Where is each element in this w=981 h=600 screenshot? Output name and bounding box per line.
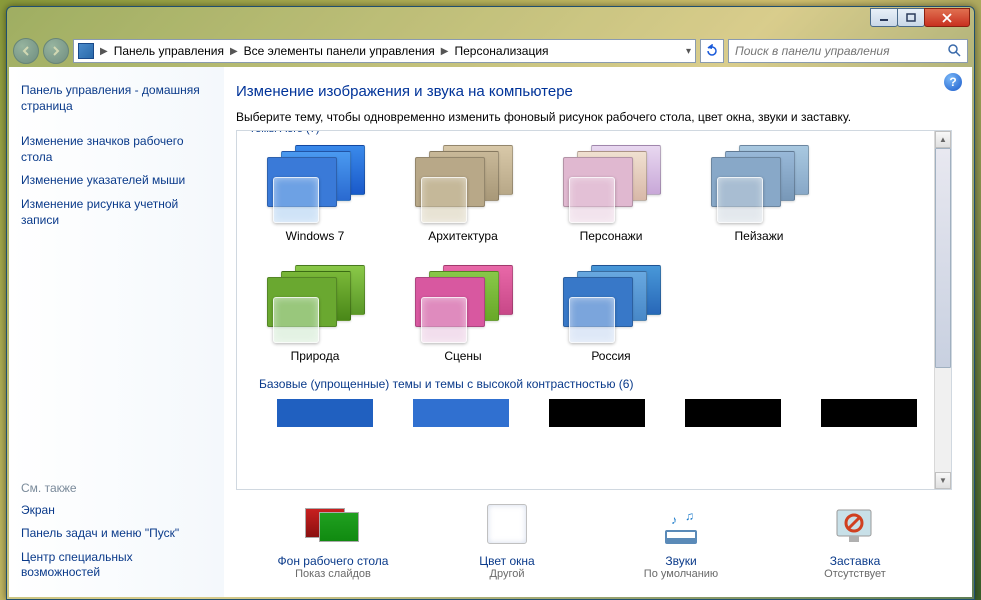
theme-label: Пейзажи — [735, 229, 784, 243]
theme-label: Персонажи — [580, 229, 643, 243]
link-title: Звуки — [665, 554, 696, 568]
theme-item[interactable]: Природа — [257, 265, 373, 363]
page-subtitle: Выберите тему, чтобы одновременно измени… — [236, 110, 952, 124]
vertical-scrollbar[interactable]: ▲ ▼ — [934, 131, 951, 489]
forward-button[interactable] — [43, 38, 69, 64]
link-sub: Другой — [490, 568, 525, 580]
search-icon[interactable] — [947, 43, 961, 60]
basic-theme-item[interactable] — [549, 399, 645, 427]
theme-thumbnail — [415, 145, 511, 223]
basic-theme-item[interactable] — [413, 399, 509, 427]
help-button[interactable]: ? — [944, 73, 962, 91]
theme-item[interactable]: Архитектура — [405, 145, 521, 243]
themes-groupbox: Темы Aero (7) Windows 7 Архитектура Перс… — [236, 130, 952, 490]
svg-text:♫: ♫ — [685, 509, 694, 523]
wallpaper-icon — [305, 504, 361, 548]
theme-label: Сцены — [444, 349, 481, 363]
sounds-link[interactable]: ♪♫ Звуки По умолчанию — [606, 504, 756, 580]
page-title: Изменение изображения и звука на компьют… — [236, 83, 952, 100]
sidebar-link-display[interactable]: Экран — [21, 499, 212, 523]
sidebar-link-account-pic[interactable]: Изменение рисунка учетной записи — [21, 193, 212, 232]
scroll-thumb[interactable] — [935, 148, 951, 368]
theme-item[interactable]: Россия — [553, 265, 669, 363]
link-sub: Показ слайдов — [295, 568, 371, 580]
group-basic-label[interactable]: Базовые (упрощенные) темы и темы с высок… — [259, 377, 931, 391]
chevron-right-icon: ▶ — [230, 46, 238, 57]
sounds-icon: ♪♫ — [653, 504, 709, 548]
chevron-right-icon: ▶ — [441, 46, 449, 57]
themes-scroll-area: Windows 7 Архитектура Персонажи Пейзажи … — [237, 131, 951, 489]
svg-text:♪: ♪ — [671, 513, 677, 527]
bottom-settings: Фон рабочего стола Показ слайдов Цвет ок… — [236, 490, 952, 590]
basic-theme-item[interactable] — [685, 399, 781, 427]
content-area: Панель управления - домашняя страница Из… — [9, 67, 972, 597]
scroll-up-button[interactable]: ▲ — [935, 131, 951, 148]
sidebar-link-icons[interactable]: Изменение значков рабочего стола — [21, 130, 212, 169]
screensaver-icon — [827, 504, 883, 548]
sidebar: Панель управления - домашняя страница Из… — [9, 67, 224, 597]
theme-thumbnail — [711, 145, 807, 223]
refresh-button[interactable] — [700, 39, 724, 63]
link-sub: Отсутствует — [824, 568, 886, 580]
theme-thumbnail — [267, 265, 363, 343]
screensaver-link[interactable]: Заставка Отсутствует — [780, 504, 930, 580]
breadcrumb-item[interactable]: Персонализация — [454, 44, 548, 58]
address-bar[interactable]: ▶ Панель управления ▶ Все элементы панел… — [73, 39, 696, 63]
see-also-label: См. также — [21, 481, 212, 499]
link-title: Фон рабочего стола — [278, 554, 389, 568]
maximize-button[interactable] — [897, 8, 925, 27]
theme-item[interactable]: Windows 7 — [257, 145, 373, 243]
theme-label: Россия — [591, 349, 630, 363]
breadcrumb-item[interactable]: Панель управления — [114, 44, 224, 58]
theme-grid: Windows 7 Архитектура Персонажи Пейзажи … — [257, 145, 931, 363]
theme-thumbnail — [267, 145, 363, 223]
main-panel: ? Изменение изображения и звука на компь… — [224, 67, 972, 597]
link-title: Цвет окна — [479, 554, 534, 568]
search-input[interactable] — [735, 44, 947, 58]
basic-theme-item[interactable] — [277, 399, 373, 427]
sidebar-link-home[interactable]: Панель управления - домашняя страница — [21, 79, 212, 118]
theme-item[interactable]: Персонажи — [553, 145, 669, 243]
link-sub: По умолчанию — [644, 568, 718, 580]
theme-thumbnail — [563, 145, 659, 223]
minimize-button[interactable] — [870, 8, 898, 27]
chevron-down-icon[interactable]: ▾ — [686, 46, 691, 57]
close-button[interactable] — [924, 8, 970, 27]
back-button[interactable] — [13, 38, 39, 64]
chevron-right-icon: ▶ — [100, 46, 108, 57]
basic-theme-row — [257, 399, 931, 427]
search-box[interactable] — [728, 39, 968, 63]
theme-thumbnail — [563, 265, 659, 343]
window-color-link[interactable]: Цвет окна Другой — [432, 504, 582, 580]
titlebar — [7, 7, 974, 35]
theme-label: Windows 7 — [286, 229, 345, 243]
color-chip-icon — [479, 504, 535, 548]
sidebar-link-pointers[interactable]: Изменение указателей мыши — [21, 169, 212, 193]
group-aero-label: Темы Aero (7) — [245, 130, 323, 135]
scroll-down-button[interactable]: ▼ — [935, 472, 951, 489]
sidebar-link-taskbar[interactable]: Панель задач и меню "Пуск" — [21, 522, 212, 546]
theme-item[interactable]: Пейзажи — [701, 145, 817, 243]
theme-label: Природа — [291, 349, 340, 363]
window-frame: ▶ Панель управления ▶ Все элементы панел… — [6, 6, 975, 600]
sidebar-link-ease-of-access[interactable]: Центр специальных возможностей — [21, 546, 212, 585]
breadcrumb-item[interactable]: Все элементы панели управления — [244, 44, 435, 58]
desktop-background-link[interactable]: Фон рабочего стола Показ слайдов — [258, 504, 408, 580]
control-panel-icon — [78, 43, 94, 59]
basic-theme-item[interactable] — [821, 399, 917, 427]
theme-item[interactable]: Сцены — [405, 265, 521, 363]
theme-label: Архитектура — [428, 229, 498, 243]
theme-thumbnail — [415, 265, 511, 343]
link-title: Заставка — [830, 554, 881, 568]
nav-toolbar: ▶ Панель управления ▶ Все элементы панел… — [7, 35, 974, 67]
